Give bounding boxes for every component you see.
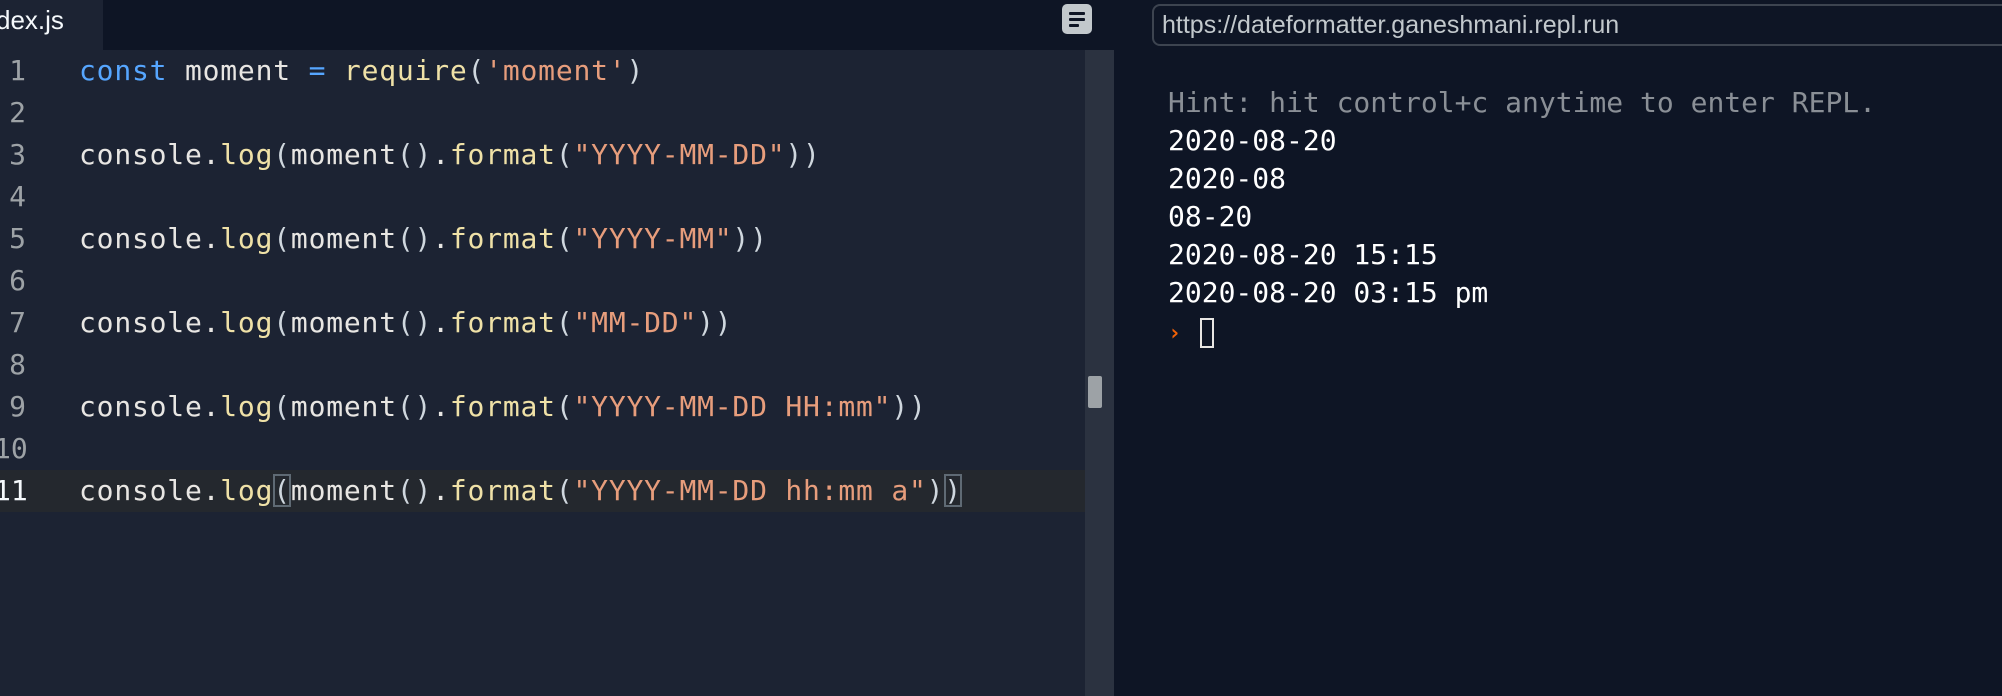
line-number: 9 xyxy=(9,390,26,423)
editor-pane: dex.js 1 const moment = require('moment'… xyxy=(0,0,1114,696)
scrollbar-thumb[interactable] xyxy=(1088,376,1102,408)
line-number: 5 xyxy=(9,222,26,255)
line-number: 10 xyxy=(0,432,28,465)
pane-divider[interactable] xyxy=(1114,0,1136,696)
console-output-line: 2020-08 xyxy=(1168,162,1287,195)
line-number: 7 xyxy=(9,306,26,339)
editor-tab-bar: dex.js xyxy=(0,0,1114,50)
code-line-active[interactable]: 11 console.log(moment().format("YYYY-MM-… xyxy=(0,470,1085,512)
line-number: 3 xyxy=(9,138,26,171)
code-line[interactable]: 3 console.log(moment().format("YYYY-MM-D… xyxy=(0,134,1085,176)
text-cursor[interactable] xyxy=(1200,318,1214,348)
line-number: 1 xyxy=(9,54,26,87)
code-text: const moment = require('moment') xyxy=(79,54,645,87)
console-pane: https://dateformatter.ganeshmani.repl.ru… xyxy=(1136,0,2002,696)
code-line[interactable]: 6 xyxy=(0,260,1085,302)
code-line[interactable]: 8 xyxy=(0,344,1085,386)
editor-scrollbar[interactable] xyxy=(1085,50,1114,696)
line-number: 2 xyxy=(9,96,26,129)
code-line[interactable]: 10 xyxy=(0,428,1085,470)
code-editor[interactable]: 1 const moment = require('moment') 2 3 c… xyxy=(0,50,1085,696)
format-button[interactable] xyxy=(1062,4,1092,34)
url-text: https://dateformatter.ganeshmani.repl.ru… xyxy=(1162,11,1620,39)
code-text: console.log(moment().format("MM-DD")) xyxy=(79,306,733,339)
console-output: Hint: hit control+c anytime to enter REP… xyxy=(1168,84,1876,312)
line-number: 6 xyxy=(9,264,26,297)
console-hint: Hint: hit control+c anytime to enter REP… xyxy=(1168,86,1877,119)
code-line[interactable]: 9 console.log(moment().format("YYYY-MM-D… xyxy=(0,386,1085,428)
code-line[interactable]: 4 xyxy=(0,176,1085,218)
code-text: console.log(moment().format("YYYY-MM-DD"… xyxy=(79,138,821,171)
line-number: 11 xyxy=(0,474,28,507)
format-align-icon xyxy=(1069,12,1085,15)
line-number: 8 xyxy=(9,348,26,381)
prompt-chevron-icon: › xyxy=(1168,321,1182,346)
code-text: console.log(moment().format("YYYY-MM-DD … xyxy=(79,474,962,507)
code-text: console.log(moment().format("YYYY-MM")) xyxy=(79,222,768,255)
console-output-line: 2020-08-20 15:15 xyxy=(1168,238,1438,271)
code-line[interactable]: 7 console.log(moment().format("MM-DD")) xyxy=(0,302,1085,344)
file-tab[interactable]: dex.js xyxy=(0,0,103,50)
code-line[interactable]: 5 console.log(moment().format("YYYY-MM")… xyxy=(0,218,1085,260)
code-text: console.log(moment().format("YYYY-MM-DD … xyxy=(79,390,927,423)
file-tab-label: dex.js xyxy=(0,5,64,35)
code-line[interactable]: 2 xyxy=(0,92,1085,134)
console-output-line: 08-20 xyxy=(1168,200,1253,233)
line-number: 4 xyxy=(9,180,26,213)
code-line[interactable]: 1 const moment = require('moment') xyxy=(0,50,1085,92)
url-bar[interactable]: https://dateformatter.ganeshmani.repl.ru… xyxy=(1152,4,2002,46)
console-output-line: 2020-08-20 03:15 pm xyxy=(1168,276,1489,309)
console-output-line: 2020-08-20 xyxy=(1168,124,1337,157)
